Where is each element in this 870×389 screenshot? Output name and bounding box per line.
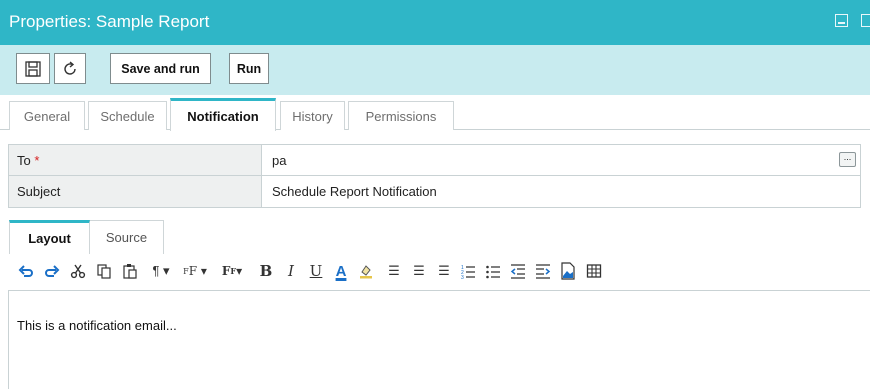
highlight-color-icon[interactable]	[357, 261, 375, 281]
window-title: Properties: Sample Report	[9, 12, 210, 31]
underline-icon[interactable]: U	[307, 261, 325, 281]
insert-image-icon[interactable]	[559, 261, 577, 281]
tab-schedule[interactable]: Schedule	[88, 101, 167, 130]
numbered-list-icon[interactable]: 123	[459, 261, 477, 281]
save-icon	[25, 60, 41, 77]
restore-icon[interactable]	[861, 14, 870, 27]
tab-notification[interactable]: Notification	[170, 98, 276, 131]
undo-icon[interactable]	[17, 261, 35, 281]
minimize-icon[interactable]	[835, 14, 848, 27]
copy-icon[interactable]	[95, 261, 113, 281]
bold-icon[interactable]: B	[257, 261, 275, 281]
editor-body-text[interactable]: This is a notification email...	[17, 318, 177, 333]
tab-permissions[interactable]: Permissions	[348, 101, 454, 130]
save-button[interactable]	[16, 53, 50, 84]
browse-recipients-button[interactable]: ...	[839, 152, 856, 167]
refresh-icon	[64, 60, 76, 75]
indent-icon[interactable]	[534, 261, 552, 281]
tab-history[interactable]: History	[280, 101, 345, 130]
font-name-icon[interactable]: FF ▾	[178, 261, 212, 281]
required-marker: *	[34, 153, 40, 168]
save-and-run-button[interactable]: Save and run	[110, 53, 211, 84]
align-right-icon[interactable]: ☰	[435, 261, 453, 281]
refresh-button[interactable]	[54, 53, 86, 84]
to-label-text: To	[17, 153, 31, 168]
to-row: To * pa ...	[9, 145, 860, 176]
italic-icon[interactable]: I	[282, 261, 300, 281]
subject-field[interactable]: Schedule Report Notification	[272, 184, 437, 199]
tab-general[interactable]: General	[9, 101, 85, 130]
svg-text:3: 3	[461, 275, 464, 279]
editor-area[interactable]	[8, 290, 870, 389]
font-color-icon[interactable]: A	[332, 261, 350, 281]
property-grid: To * pa ... Subject Schedule Report Noti…	[8, 144, 861, 208]
paste-icon[interactable]	[121, 261, 139, 281]
tab-source[interactable]: Source	[90, 220, 164, 254]
run-button[interactable]: Run	[229, 53, 269, 84]
align-left-icon[interactable]: ☰	[385, 261, 403, 281]
subject-row: Subject Schedule Report Notification	[9, 176, 860, 207]
outdent-icon[interactable]	[509, 261, 527, 281]
bulleted-list-icon[interactable]	[484, 261, 502, 281]
tab-layout[interactable]: Layout	[9, 220, 90, 254]
paragraph-format-icon[interactable]: ¶ ▾	[147, 261, 175, 281]
cut-icon[interactable]	[69, 261, 87, 281]
font-size-icon[interactable]: FF ▾	[215, 261, 249, 281]
to-label: To *	[9, 145, 262, 175]
insert-table-icon[interactable]	[585, 261, 603, 281]
subject-label: Subject	[9, 176, 262, 207]
redo-icon[interactable]	[43, 261, 61, 281]
to-field[interactable]: pa	[272, 153, 286, 168]
align-center-icon[interactable]: ☰	[410, 261, 428, 281]
